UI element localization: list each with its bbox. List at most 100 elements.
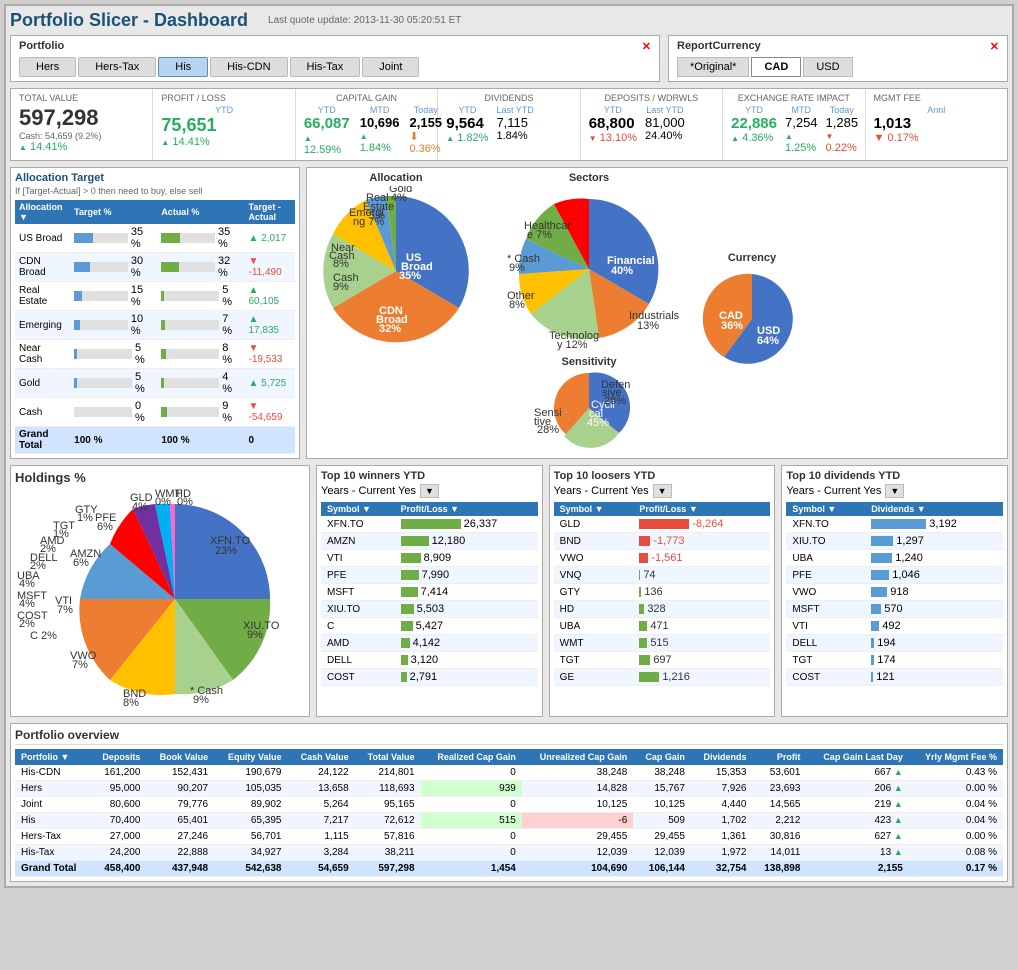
dashboard: Portfolio Slicer - Dashboard Last quote … <box>4 4 1014 888</box>
overview-row-equity: 56,701 <box>214 829 287 845</box>
overview-grand-total-deposits: 458,400 <box>90 861 146 877</box>
alloc-col-actual: Actual % <box>157 200 244 224</box>
div-symbol: DELL <box>786 635 865 652</box>
loser-symbol: BND <box>554 533 634 550</box>
alloc-row-name: Real Estate <box>15 282 70 311</box>
overview-row-realized: 0 <box>421 765 522 781</box>
overview-row-capgain: 10,125 <box>633 797 691 813</box>
svg-text:36%: 36% <box>721 320 743 332</box>
alloc-col-name: Allocation ▼ <box>15 200 70 224</box>
losers-profit-header: Profit/Loss ▼ <box>633 502 770 516</box>
overview-row-deposits: 95,000 <box>90 781 146 797</box>
top10-losers-filter-btn[interactable]: ▼ <box>653 484 672 498</box>
alloc-row-diff: ▼ -19,533 <box>244 340 295 369</box>
div-value: 570 <box>865 601 1003 618</box>
profit-loss-label: Profit / Loss <box>161 93 286 103</box>
report-currency-clear-btn[interactable]: ✕ <box>990 40 999 53</box>
dividends-block: Dividends YTD 9,564 1.82% Last YTD 7,115… <box>438 89 580 160</box>
svg-text:7%: 7% <box>57 604 73 616</box>
report-currency-label: ReportCurrency ✕ <box>677 40 999 53</box>
top10-winners-filter-btn[interactable]: ▼ <box>420 484 439 498</box>
overview-row-profit: 2,212 <box>753 813 807 829</box>
overview-row-name: His <box>15 813 90 829</box>
svg-text:1%: 1% <box>77 512 93 524</box>
svg-text:C 2%: C 2% <box>30 630 57 642</box>
winner-value: 8,909 <box>395 550 538 567</box>
div-value: 3,192 <box>865 516 1003 533</box>
overview-cash-header: Cash Value <box>287 749 354 765</box>
overview-row-equity: 89,902 <box>214 797 287 813</box>
portfolio-clear-btn[interactable]: ✕ <box>642 40 651 53</box>
winner-symbol: AMZN <box>321 533 395 550</box>
overview-row-name: Hers-Tax <box>15 829 90 845</box>
svg-text:7%: 7% <box>72 659 88 671</box>
allocation-panel: Allocation Target If [Target-Actual] > 0… <box>10 167 300 459</box>
tab-his-tax[interactable]: His-Tax <box>290 57 361 77</box>
alloc-row-diff: ▲ 2,017 <box>244 224 295 253</box>
div-value: 492 <box>865 618 1003 635</box>
overview-row-profit: 53,601 <box>753 765 807 781</box>
overview-row-total: 214,801 <box>355 765 421 781</box>
deposits-block: Deposits / Wdrwls YTD 68,800 13.10% Last… <box>581 89 723 160</box>
svg-text:4%: 4% <box>391 192 407 204</box>
currency-original[interactable]: *Original* <box>677 57 749 77</box>
overview-row-book: 152,431 <box>146 765 214 781</box>
total-value-block: Total Value 597,298 Cash: 54,659 (9.2%) … <box>11 89 153 160</box>
tab-his[interactable]: His <box>158 57 208 77</box>
overview-row-capgain: 15,767 <box>633 781 691 797</box>
alloc-row-target: 15 % <box>70 282 157 311</box>
overview-row-deposits: 24,200 <box>90 845 146 861</box>
capital-gain-today: 2,155 <box>410 115 443 130</box>
holdings-pie-chart: XFN.TO 23% XIU.TO 9% * Cash 9% BND 8% VW… <box>15 489 295 709</box>
tab-hers-tax[interactable]: Hers-Tax <box>78 57 156 77</box>
overview-row-cash: 5,264 <box>287 797 354 813</box>
loser-symbol: UBA <box>554 618 634 635</box>
overview-row-dividends: 15,353 <box>691 765 753 781</box>
div-symbol: VWO <box>786 584 865 601</box>
overview-row-book: 90,207 <box>146 781 214 797</box>
allocation-pie-chart: US Broad 35% CDN Broad 32% Cash 9% Near … <box>311 186 481 356</box>
overview-unrealized-header: Unrealized Cap Gain <box>522 749 633 765</box>
overview-row-dividends: 4,440 <box>691 797 753 813</box>
winner-symbol: XFN.TO <box>321 516 395 533</box>
top10-dividends-filter-btn[interactable]: ▼ <box>885 484 904 498</box>
losers-symbol-header: Symbol ▼ <box>554 502 634 516</box>
overview-profit-header: Profit <box>753 749 807 765</box>
svg-text:6%: 6% <box>73 557 89 569</box>
overview-mgmt-header: Yrly Mgmt Fee % <box>909 749 1003 765</box>
tab-joint[interactable]: Joint <box>362 57 419 77</box>
tab-his-cdn[interactable]: His-CDN <box>210 57 287 77</box>
overview-equity-header: Equity Value <box>214 749 287 765</box>
div-value: 1,297 <box>865 533 1003 550</box>
svg-text:23%: 23% <box>215 545 237 557</box>
winner-symbol: XIU.TO <box>321 601 395 618</box>
alloc-col-diff: Target - Actual <box>244 200 295 224</box>
allocation-table: Allocation ▼ Target % Actual % Target - … <box>15 200 295 454</box>
overview-row-book: 79,776 <box>146 797 214 813</box>
div-value: 174 <box>865 652 1003 669</box>
currency-cad[interactable]: CAD <box>751 57 801 77</box>
top10-losers-panel: Top 10 loosers YTD Years - Current Yes ▼… <box>549 465 776 717</box>
overview-row-deposits: 161,200 <box>90 765 146 781</box>
alloc-row-actual: 7 % <box>157 311 244 340</box>
capital-gain-ytd: 66,087 <box>304 115 350 132</box>
top10-losers-table: Symbol ▼ Profit/Loss ▼ GLD -8,264 BND -1… <box>554 502 771 686</box>
holdings-panel: Holdings % <box>10 465 310 717</box>
div-value: 194 <box>865 635 1003 652</box>
report-currency-box: ReportCurrency ✕ *Original* CAD USD <box>668 35 1008 82</box>
tab-hers[interactable]: Hers <box>19 57 76 77</box>
overview-row-realized: 0 <box>421 797 522 813</box>
loser-symbol: WMT <box>554 635 634 652</box>
loser-value: -1,773 <box>633 533 770 550</box>
svg-text:13%: 13% <box>637 320 659 332</box>
overview-deposits-header: Deposits <box>90 749 146 765</box>
overview-grand-total-profit: 138,898 <box>753 861 807 877</box>
overview-row-cash: 1,115 <box>287 829 354 845</box>
overview-row-name: His-CDN <box>15 765 90 781</box>
sectors-pie-area: Sectors Financial <box>489 172 689 454</box>
currency-usd[interactable]: USD <box>803 57 852 77</box>
alloc-row-target: 5 % <box>70 340 157 369</box>
allocation-title: Allocation Target <box>15 172 295 184</box>
overview-row-profit: 23,693 <box>753 781 807 797</box>
top10-dividends-table: Symbol ▼ Dividends ▼ XFN.TO 3,192 XIU.TO… <box>786 502 1003 686</box>
